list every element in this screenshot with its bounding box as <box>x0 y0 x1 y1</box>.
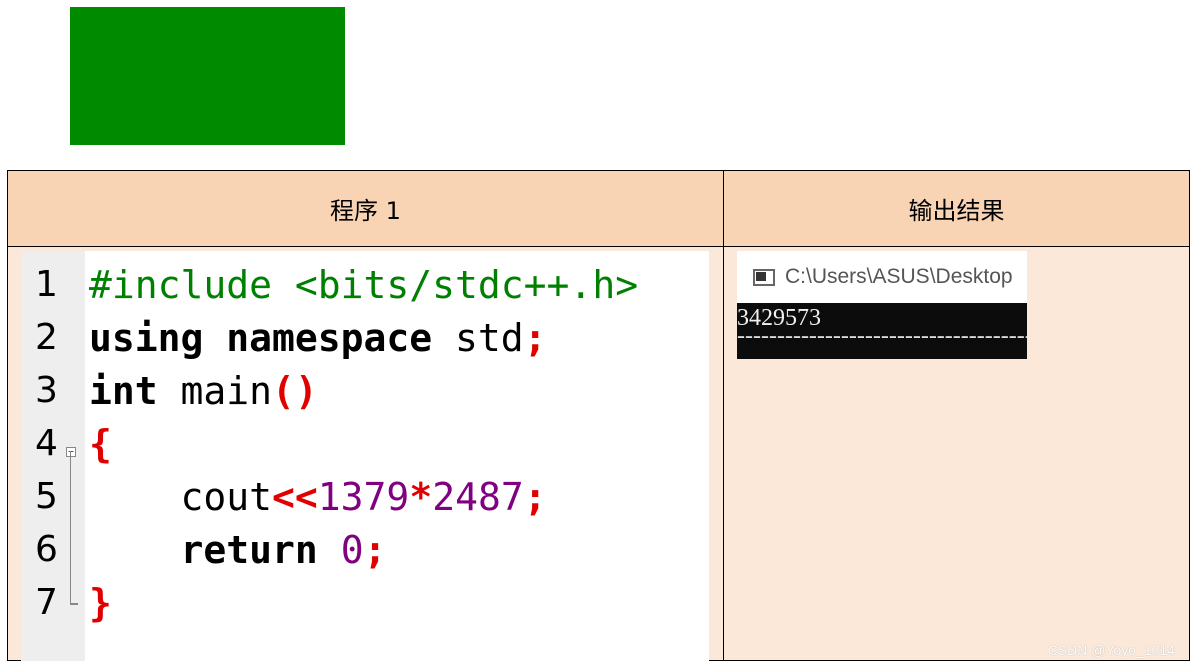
console-title-bar: C:\Users\ASUS\Desktop <box>737 251 1027 303</box>
fold-guide-end <box>70 603 78 605</box>
output-cell: C:\Users\ASUS\Desktop 3429573 ----------… <box>724 247 1189 660</box>
code-text: } <box>89 581 112 625</box>
code-line: 4{ <box>21 418 709 470</box>
header-output: 输出结果 <box>724 171 1189 247</box>
code-screenshot: 1 #include <bits/stdc++.h> 2 using namespac… <box>21 251 709 661</box>
fold-guide <box>70 451 79 605</box>
code-text: cout<<1379*2487; <box>89 475 547 519</box>
console-title: C:\Users\ASUS\Desktop <box>785 265 1013 288</box>
console-window: C:\Users\ASUS\Desktop 3429573 ----------… <box>737 251 1027 359</box>
header-program: 程序 1 <box>8 171 724 247</box>
line-number: 1 <box>35 264 58 305</box>
console-output-area: 3429573 --------------------------------… <box>737 303 1027 359</box>
code-line: 5 cout<<1379*2487; <box>21 471 709 523</box>
code-line: 6 return 0; <box>21 524 709 576</box>
code-line: 2 using namespace std; <box>21 312 709 364</box>
line-number: 6 <box>35 529 58 570</box>
code-line: 7} <box>21 577 709 629</box>
code-text: using namespace std; <box>89 316 547 360</box>
console-window-icon <box>753 268 775 286</box>
code-text: int main() <box>89 369 318 413</box>
line-number: 2 <box>35 317 58 358</box>
watermark: CSDN @Yoyo_1014 <box>1047 642 1175 658</box>
line-number: 3 <box>35 370 58 411</box>
line-number: 7 <box>35 582 58 623</box>
line-number: 4 <box>35 423 58 464</box>
code-line: 3 int main() <box>21 365 709 417</box>
code-line: 1 #include <bits/stdc++.h> <box>21 259 709 311</box>
console-separator: ----------------------------------------… <box>737 323 1027 349</box>
program-output-table: 程序 1 输出结果 1 #include <bits/stdc++.h> 2 usin… <box>7 170 1190 661</box>
green-block <box>70 7 345 145</box>
code-text: #include <bits/stdc++.h> <box>89 263 639 307</box>
line-number: 5 <box>35 476 58 517</box>
code-text: return 0; <box>180 528 387 572</box>
code-text: { <box>89 422 112 466</box>
program-cell: 1 #include <bits/stdc++.h> 2 using namespac… <box>8 247 724 661</box>
